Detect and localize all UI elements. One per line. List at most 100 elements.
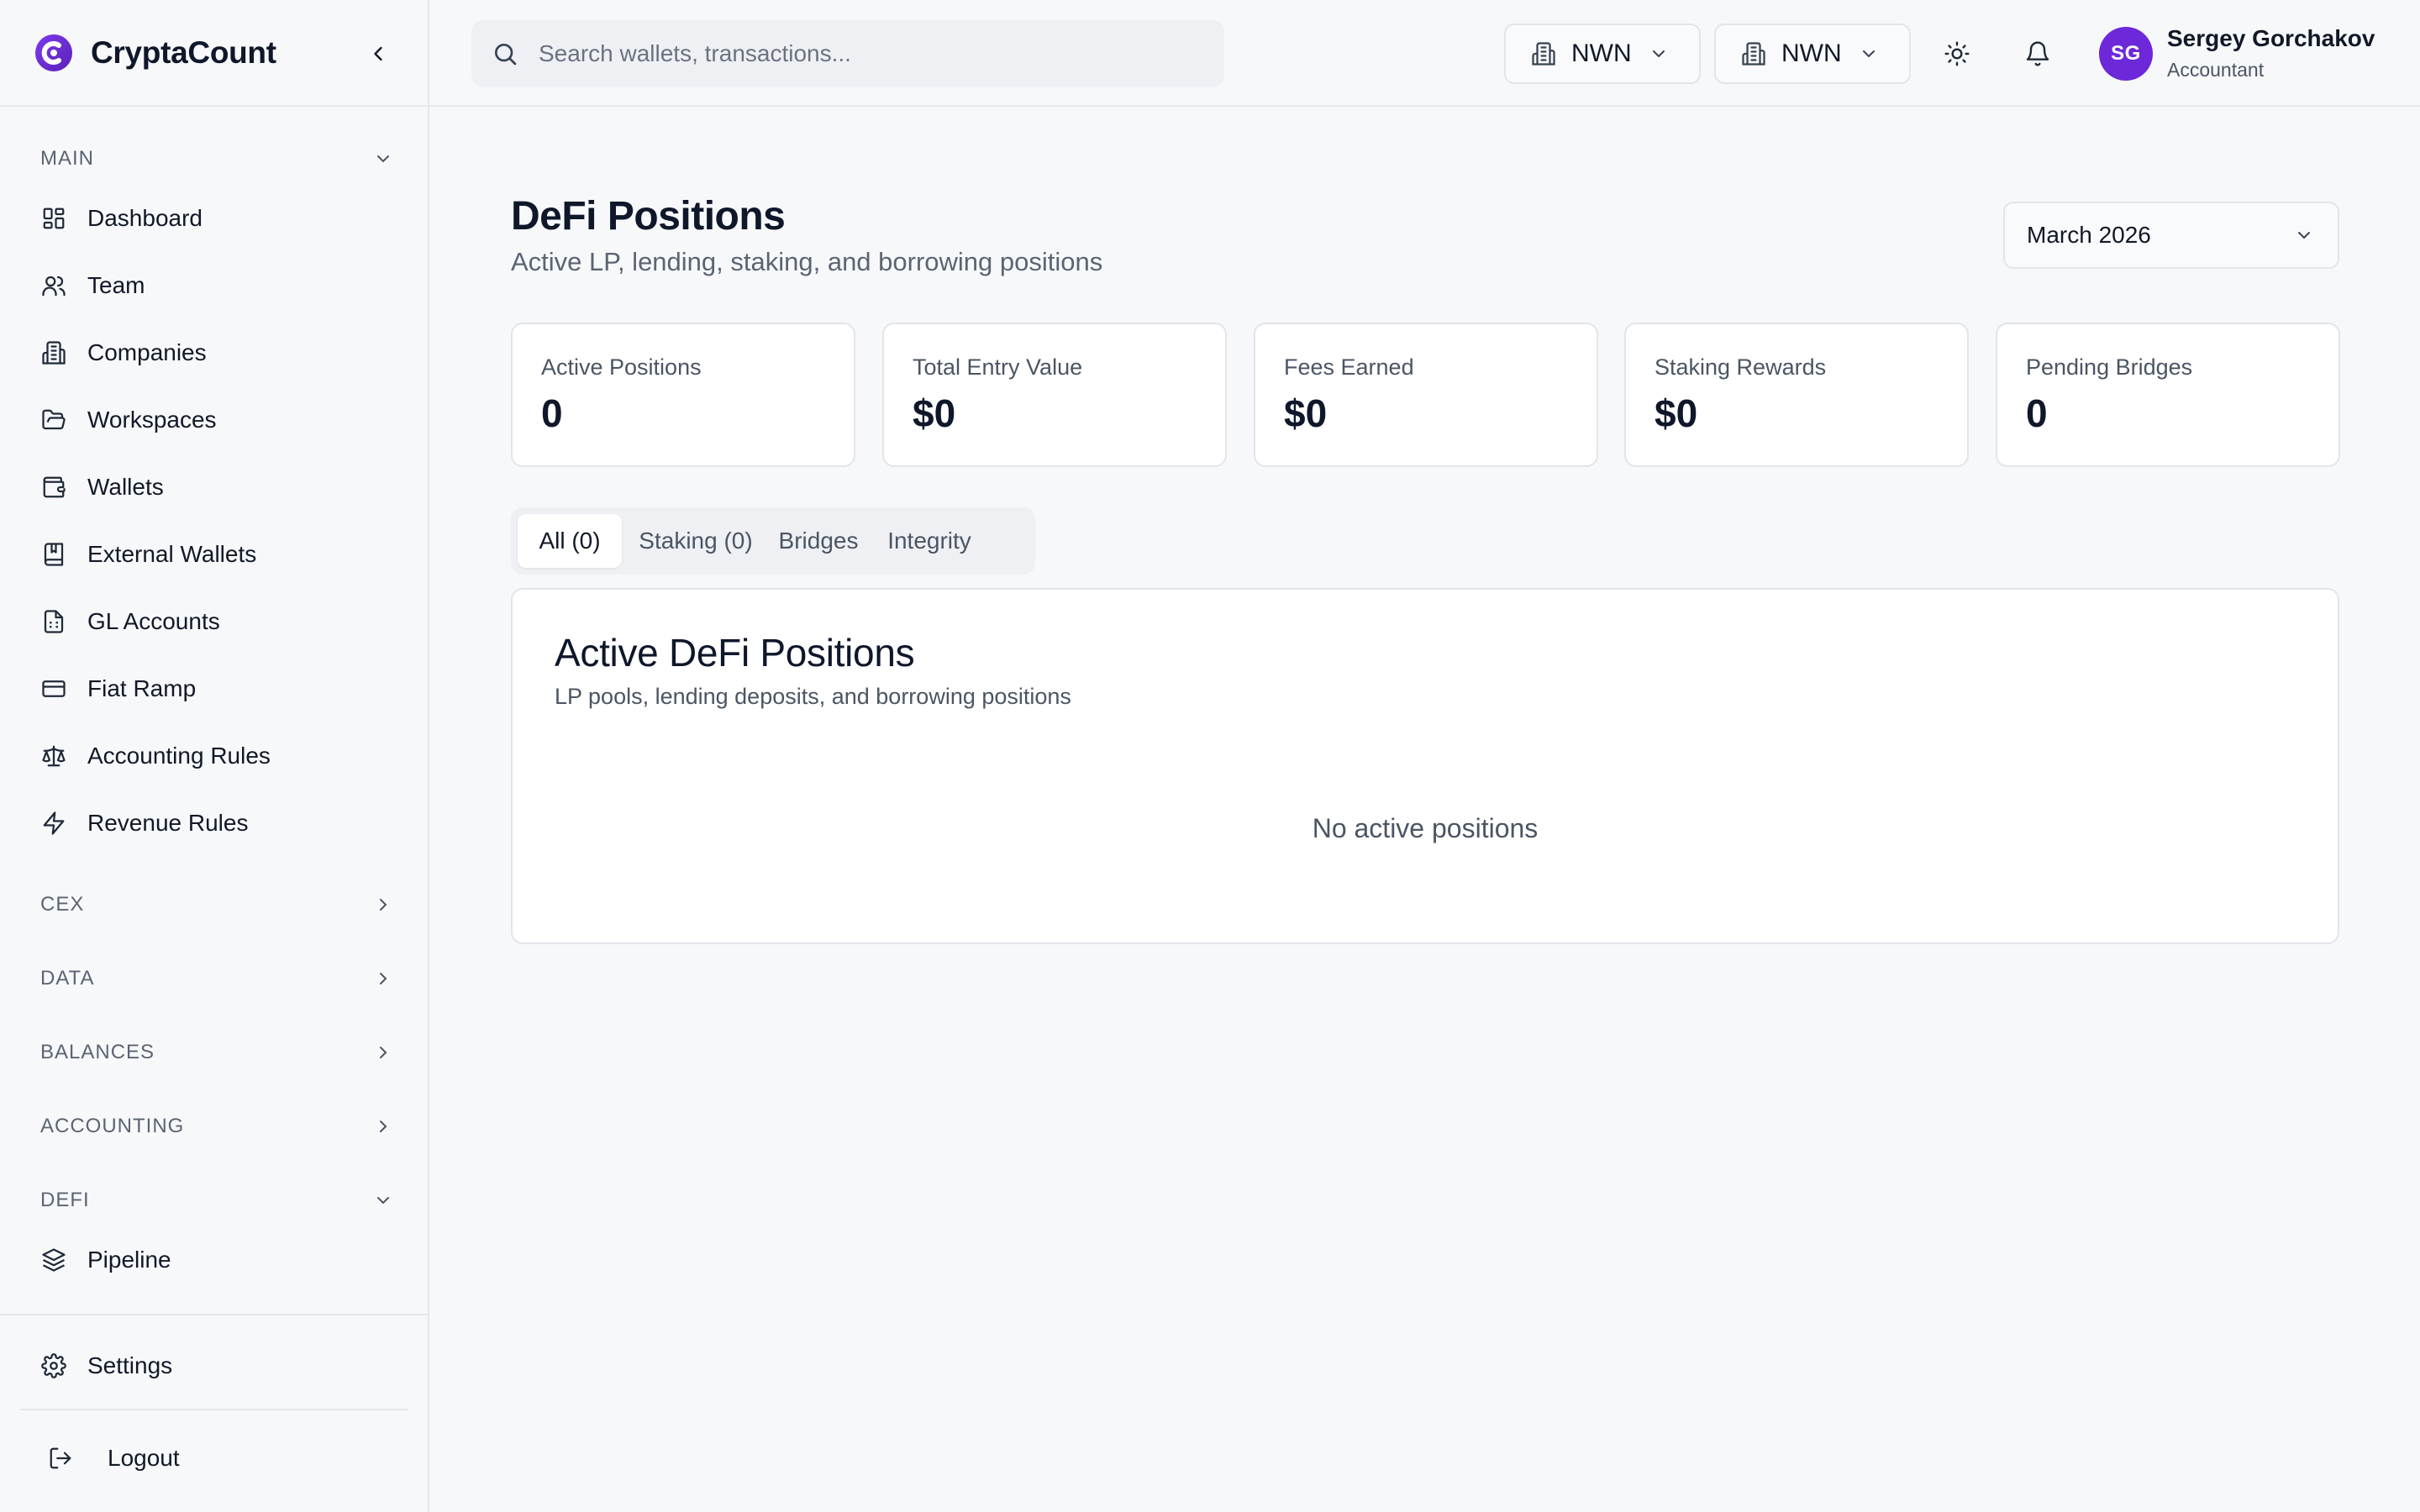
file-spreadsheet-icon bbox=[40, 608, 67, 635]
stat-card-pending-bridges: Pending Bridges 0 bbox=[1996, 323, 2340, 467]
building-icon bbox=[1742, 42, 1765, 66]
bell-icon bbox=[2026, 41, 2049, 66]
tab-staking[interactable]: Staking (0) bbox=[629, 514, 763, 568]
chevron-right-icon bbox=[380, 973, 387, 984]
stat-card-staking-rewards: Staking Rewards $0 bbox=[1624, 323, 1969, 467]
period-select[interactable]: March 2026 bbox=[2003, 202, 2339, 269]
sidebar-item-label: Workspaces bbox=[87, 407, 217, 433]
wallet-icon bbox=[40, 474, 67, 501]
page-subtitle: Active LP, lending, staking, and borrowi… bbox=[511, 247, 1103, 276]
sidebar-item-dashboard[interactable]: Dashboard bbox=[40, 195, 393, 242]
sidebar-item-label: External Wallets bbox=[87, 541, 257, 567]
section-main-toggle[interactable]: MAIN bbox=[40, 142, 393, 176]
company-selector-value: NWN bbox=[1571, 39, 1632, 67]
empty-state-text: No active positions bbox=[1312, 813, 1539, 843]
sidebar-item-label: Dashboard bbox=[87, 205, 203, 231]
tab-bridges[interactable]: Bridges bbox=[768, 514, 869, 568]
section-accounting-label: ACCOUNTING bbox=[40, 1115, 185, 1137]
logout-icon bbox=[47, 1445, 74, 1472]
sidebar-item-label: Settings bbox=[87, 1352, 173, 1378]
stat-value: $0 bbox=[1284, 391, 1328, 435]
theme-toggle-button[interactable] bbox=[1937, 34, 1977, 74]
positions-tabs: All (0) Staking (0) Bridges Integrity bbox=[511, 507, 1035, 575]
sidebar-item-team[interactable]: Team bbox=[40, 262, 393, 309]
section-defi-label: DEFI bbox=[40, 1189, 90, 1211]
search-bar[interactable] bbox=[471, 20, 1224, 87]
chevron-down-icon bbox=[1652, 50, 1665, 58]
company-selector[interactable]: NWN bbox=[1504, 24, 1701, 84]
sidebar-item-label: Accounting Rules bbox=[87, 743, 271, 769]
building-icon bbox=[1532, 42, 1555, 66]
sidebar-item-label: Wallets bbox=[87, 474, 164, 500]
tab-integrity[interactable]: Integrity bbox=[874, 514, 985, 568]
sidebar-item-accounting-rules[interactable]: Accounting Rules bbox=[40, 732, 393, 780]
section-balances-toggle[interactable]: BALANCES bbox=[40, 1036, 393, 1069]
chevron-left-icon bbox=[374, 46, 382, 61]
sidebar-item-label: GL Accounts bbox=[87, 608, 220, 634]
avatar[interactable]: SG bbox=[2099, 27, 2153, 81]
stat-value: 0 bbox=[2026, 391, 2048, 435]
panel-subtitle: LP pools, lending deposits, and borrowin… bbox=[555, 684, 1071, 709]
section-cex-label: CEX bbox=[40, 893, 85, 916]
building-icon bbox=[40, 339, 67, 366]
chevron-right-icon bbox=[380, 899, 387, 911]
stat-label: Pending Bridges bbox=[2026, 354, 2193, 380]
sidebar-item-revenue-rules[interactable]: Revenue Rules bbox=[40, 800, 393, 847]
page-title: DeFi Positions bbox=[511, 194, 786, 239]
sidebar-item-label: Fiat Ramp bbox=[87, 675, 197, 701]
notifications-button[interactable] bbox=[2018, 34, 2058, 74]
chevron-down-icon bbox=[377, 155, 389, 163]
workspace-selector[interactable]: NWN bbox=[1714, 24, 1911, 84]
stat-value: $0 bbox=[913, 391, 956, 435]
chevron-right-icon bbox=[380, 1047, 387, 1058]
chevron-right-icon bbox=[380, 1121, 387, 1132]
collapse-sidebar-button[interactable] bbox=[361, 37, 395, 71]
stat-card-active-positions: Active Positions 0 bbox=[511, 323, 855, 467]
sidebar-item-external-wallets[interactable]: External Wallets bbox=[40, 531, 393, 578]
chevron-down-icon bbox=[377, 1197, 389, 1205]
search-input[interactable] bbox=[539, 40, 1194, 67]
stat-label: Staking Rewards bbox=[1655, 354, 1827, 380]
folder-open-icon bbox=[40, 407, 67, 433]
user-role: Accountant bbox=[2167, 59, 2265, 81]
logout-label: Logout bbox=[108, 1445, 180, 1471]
workspace-selector-value: NWN bbox=[1781, 39, 1842, 67]
dashboard-icon bbox=[40, 205, 67, 232]
sidebar-item-pipeline[interactable]: Pipeline bbox=[40, 1236, 393, 1284]
cryptacount-logo-icon bbox=[35, 34, 72, 71]
section-balances-label: BALANCES bbox=[40, 1041, 155, 1063]
layers-icon bbox=[40, 1247, 67, 1273]
active-positions-panel: Active DeFi Positions LP pools, lending … bbox=[511, 588, 2339, 944]
sidebar-item-wallets[interactable]: Wallets bbox=[40, 464, 393, 511]
section-cex-toggle[interactable]: CEX bbox=[40, 888, 393, 921]
logout-button[interactable]: Logout bbox=[47, 1435, 400, 1482]
sidebar-item-companies[interactable]: Companies bbox=[40, 329, 393, 376]
section-accounting-toggle[interactable]: ACCOUNTING bbox=[40, 1110, 393, 1143]
sidebar-item-settings[interactable]: Settings bbox=[40, 1342, 393, 1389]
sidebar-item-fiat-ramp[interactable]: Fiat Ramp bbox=[40, 665, 393, 712]
sidebar-item-label: Pipeline bbox=[87, 1247, 171, 1273]
stat-value: $0 bbox=[1655, 391, 1698, 435]
topbar: NWN NWN SG Sergey Gorchakov Accountant bbox=[429, 0, 2420, 107]
book-icon bbox=[40, 541, 67, 568]
stat-value: 0 bbox=[541, 391, 563, 435]
sidebar-item-workspaces[interactable]: Workspaces bbox=[40, 396, 393, 444]
sidebar-item-label: Team bbox=[87, 272, 145, 298]
app-name: CryptaCount bbox=[91, 34, 276, 70]
chevron-down-icon bbox=[1862, 50, 1875, 58]
search-icon bbox=[495, 44, 517, 66]
stat-card-total-entry-value: Total Entry Value $0 bbox=[882, 323, 1227, 467]
section-defi-toggle[interactable]: DEFI bbox=[40, 1184, 393, 1217]
sidebar-item-gl-accounts[interactable]: GL Accounts bbox=[40, 598, 393, 645]
sidebar-divider bbox=[20, 1409, 408, 1410]
sidebar-item-label: Revenue Rules bbox=[87, 810, 249, 836]
sidebar-item-label: Companies bbox=[87, 339, 207, 365]
users-icon bbox=[40, 272, 67, 299]
stat-card-fees-earned: Fees Earned $0 bbox=[1254, 323, 1598, 467]
tab-all[interactable]: All (0) bbox=[518, 514, 622, 568]
scale-icon bbox=[40, 743, 67, 769]
gear-icon bbox=[40, 1352, 67, 1379]
section-data-toggle[interactable]: DATA bbox=[40, 962, 393, 995]
zap-icon bbox=[40, 810, 67, 837]
stat-label: Total Entry Value bbox=[913, 354, 1083, 380]
